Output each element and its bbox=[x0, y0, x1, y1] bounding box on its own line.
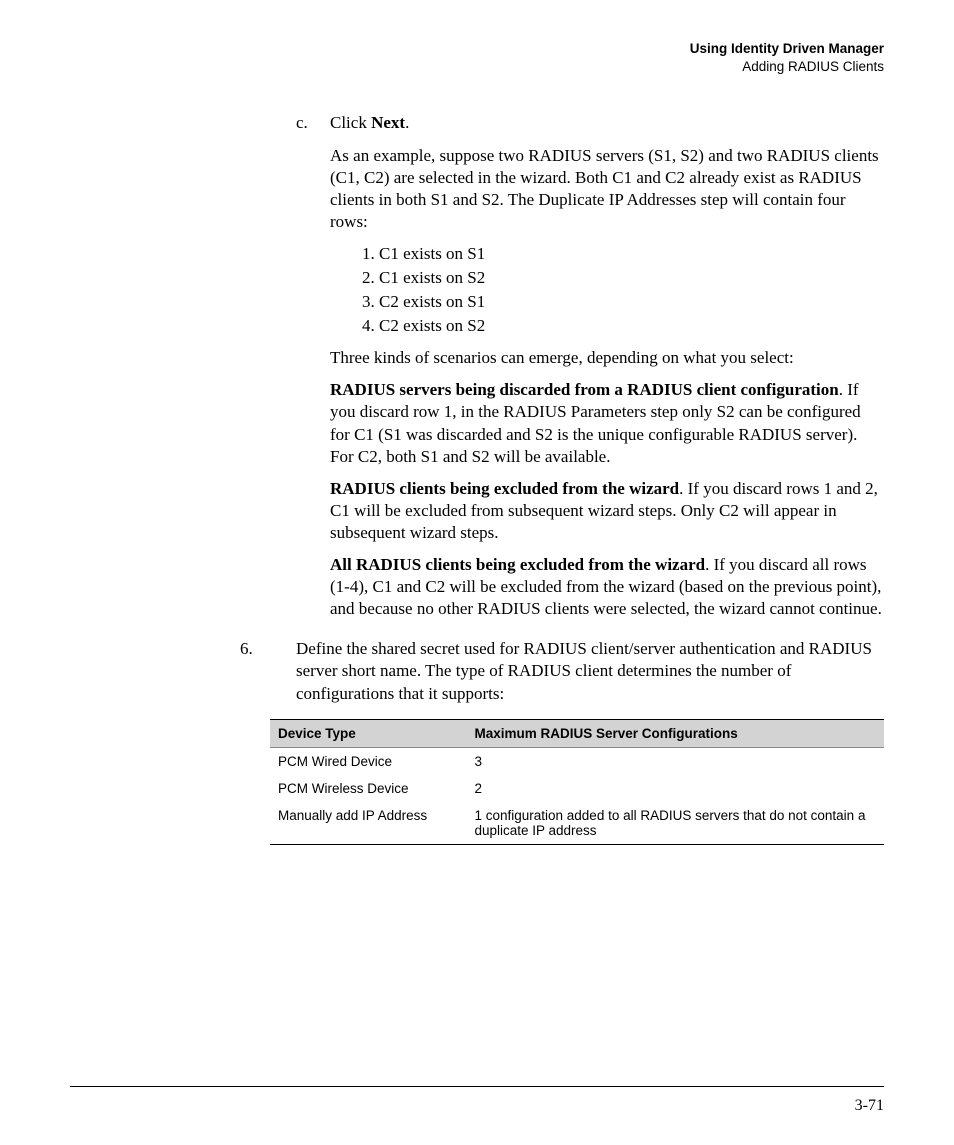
header-subtitle: Adding RADIUS Clients bbox=[70, 58, 884, 76]
table-header: Device Type bbox=[270, 719, 466, 747]
page-number: 3-71 bbox=[855, 1097, 884, 1115]
list-item: 4. C2 exists on S2 bbox=[362, 315, 884, 337]
step-6-text: Define the shared secret used for RADIUS… bbox=[296, 638, 884, 704]
row-list: 1. C1 exists on S1 2. C1 exists on S2 3.… bbox=[362, 243, 884, 337]
scenario-3: All RADIUS clients being excluded from t… bbox=[330, 554, 884, 620]
example-paragraph: As an example, suppose two RADIUS server… bbox=[330, 145, 884, 233]
click-next-line: Click Next. bbox=[330, 112, 884, 134]
step-number: 6. bbox=[240, 638, 253, 660]
list-item: 3. C2 exists on S1 bbox=[362, 291, 884, 313]
table-row: Manually add IP Address 1 configuration … bbox=[270, 802, 884, 845]
page-header: Using Identity Driven Manager Adding RAD… bbox=[70, 40, 884, 76]
scenario-2: RADIUS clients being excluded from the w… bbox=[330, 478, 884, 544]
footer-divider bbox=[70, 1086, 884, 1087]
substep-marker: c. bbox=[296, 112, 308, 134]
list-item: 1. C1 exists on S1 bbox=[362, 243, 884, 265]
table-row: PCM Wired Device 3 bbox=[270, 747, 884, 775]
three-scenarios-intro: Three kinds of scenarios can emerge, dep… bbox=[330, 347, 884, 369]
body-content: c. Click Next. As an example, suppose tw… bbox=[270, 112, 884, 620]
table-row: PCM Wireless Device 2 bbox=[270, 775, 884, 802]
device-type-table: Device Type Maximum RADIUS Server Config… bbox=[270, 719, 884, 845]
scenario-1: RADIUS servers being discarded from a RA… bbox=[330, 379, 884, 467]
header-title: Using Identity Driven Manager bbox=[70, 40, 884, 58]
list-item: 2. C1 exists on S2 bbox=[362, 267, 884, 289]
substep-c: c. Click Next. As an example, suppose tw… bbox=[296, 112, 884, 620]
step-6: 6. Define the shared secret used for RAD… bbox=[270, 638, 884, 704]
table-header: Maximum RADIUS Server Configurations bbox=[466, 719, 884, 747]
